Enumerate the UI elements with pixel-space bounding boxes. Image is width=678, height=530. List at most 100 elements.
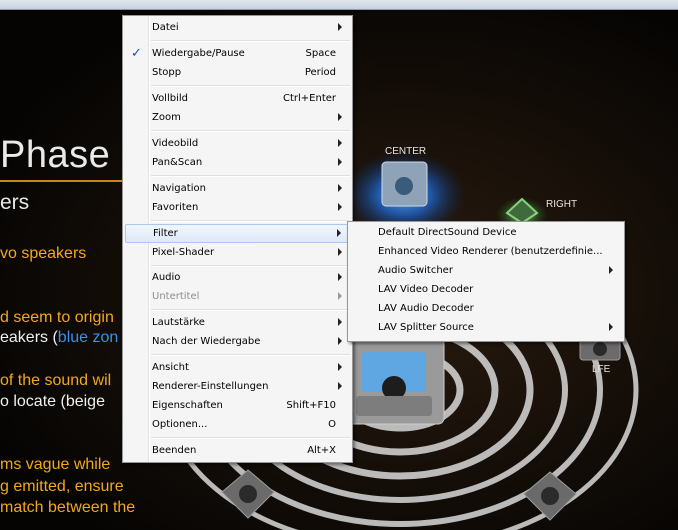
submenu-arrow-icon [338,292,342,300]
submenu-arrow-icon [338,203,342,211]
menu-item-default-directsound-device[interactable]: Default DirectSound Device [350,224,622,243]
slide-line-highlight: blue zon [57,329,119,346]
submenu-arrow-icon [338,382,342,390]
menu-item-label: Filter [153,228,178,239]
menu-item-label: Zoom [152,112,181,123]
menu-item-label: Favoriten [152,202,199,213]
menu-item-ansicht[interactable]: Ansicht [125,359,350,378]
slide-line: o locate (beige [0,393,105,410]
menu-item-lav-splitter-source[interactable]: LAV Splitter Source [350,319,622,338]
menu-item-label: Renderer-Einstellungen [152,381,269,392]
menu-item-label: LAV Audio Decoder [378,303,474,314]
menu-separator [151,265,350,267]
submenu-arrow-icon [338,23,342,31]
submenu-arrow-icon [338,158,342,166]
menu-separator [151,40,350,42]
context-menu: Datei ✓ Wiedergabe/Pause Space Stopp Period… [122,15,353,463]
menu-item-navigation[interactable]: Navigation [125,180,350,199]
submenu-arrow-icon [338,139,342,147]
menu-item-label: Optionen... [152,419,208,430]
slide-line: ms vague while [0,456,111,473]
submenu-arrow-icon [609,323,613,331]
menu-item-label: Ansicht [152,362,189,373]
submenu-arrow-icon [337,229,341,237]
menu-item-lav-audio-decoder[interactable]: LAV Audio Decoder [350,300,622,319]
menu-item-label: Audio [152,272,181,283]
menu-separator [151,130,350,132]
menu-item-enhanced-video-renderer[interactable]: Enhanced Video Renderer (benutzerdefinie… [350,243,622,262]
menu-item-shortcut: Period [304,67,336,78]
menu-item-optionen[interactable]: Optionen... O [125,416,350,435]
menu-separator [151,85,350,87]
menu-item-renderer-einstellungen[interactable]: Renderer-Einstellungen [125,378,350,397]
menu-item-audio-switcher[interactable]: Audio Switcher [350,262,622,281]
submenu-arrow-icon [338,184,342,192]
menu-item-label: Default DirectSound Device [378,227,517,238]
menu-item-label: Videobild [152,138,199,149]
menu-item-favoriten[interactable]: Favoriten [125,199,350,218]
submenu-arrow-icon [338,113,342,121]
slide-line: of the sound wil [0,372,112,389]
slide-title: Phase [0,134,111,176]
menu-item-label: Stopp [152,67,182,78]
menu-item-label: Pan&Scan [152,157,203,168]
menu-item-videobild[interactable]: Videobild [125,135,350,154]
slide-subtitle: ers [0,191,30,214]
slide-line: eakers (blue zon [0,329,119,346]
menu-item-stopp[interactable]: Stopp Period [125,64,350,83]
checkmark-icon: ✓ [131,46,142,61]
center-speaker [381,161,428,207]
menu-item-shortcut: Alt+X [307,445,336,456]
menu-item-vollbild[interactable]: Vollbild Ctrl+Enter [125,90,350,109]
menu-item-label: Beenden [152,445,197,456]
menu-item-label: Nach der Wiedergabe [152,336,261,347]
filter-submenu: Default DirectSound Device Enhanced Vide… [347,221,625,342]
rear-right-speaker [523,471,577,521]
menu-item-pan-scan[interactable]: Pan&Scan [125,154,350,173]
menu-item-lav-video-decoder[interactable]: LAV Video Decoder [350,281,622,300]
menu-item-filter[interactable]: Filter [125,224,350,243]
menu-item-lautstaerke[interactable]: Lautstärke [125,314,350,333]
speaker-label-center: CENTER [385,146,427,157]
submenu-arrow-icon [338,248,342,256]
menu-item-wiedergabe-pause[interactable]: ✓ Wiedergabe/Pause Space [125,45,350,64]
title-underline [0,180,122,182]
menu-item-eigenschaften[interactable]: Eigenschaften Shift+F10 [125,397,350,416]
menu-item-shortcut: Ctrl+Enter [282,93,336,104]
menu-item-label: LAV Video Decoder [378,284,474,295]
submenu-arrow-icon [338,273,342,281]
menu-item-shortcut: Space [305,48,336,59]
menu-separator [151,354,350,356]
listener-figure [341,337,445,425]
rear-left-speaker [221,469,275,519]
speaker-label-right: RIGHT [546,199,578,210]
menu-item-beenden[interactable]: Beenden Alt+X [125,442,350,461]
menu-item-label: Lautstärke [152,317,205,328]
slide-line-highlight: beige [65,393,105,410]
menu-item-datei[interactable]: Datei [125,19,350,38]
menu-item-label: Datei [152,22,179,33]
menu-separator [151,437,350,439]
menu-item-untertitel: Untertitel [125,288,350,307]
menu-separator [151,220,350,222]
submenu-arrow-icon [609,266,613,274]
slide-line: g emitted, ensure [0,478,124,495]
speaker-label-lfe: LFE [592,364,611,375]
menu-item-audio[interactable]: Audio [125,269,350,288]
menu-item-label: Pixel-Shader [152,247,215,258]
menu-item-label: Untertitel [152,291,200,302]
menu-item-label: Enhanced Video Renderer (benutzerdefinie… [378,246,603,257]
menu-item-nach-der-wiedergabe[interactable]: Nach der Wiedergabe [125,333,350,352]
slide-line: match between the [0,499,136,516]
menu-item-zoom[interactable]: Zoom [125,109,350,128]
menu-item-label: Vollbild [152,93,188,104]
menu-item-label: Eigenschaften [152,400,223,411]
menu-separator [151,175,350,177]
slide-line: vo speakers [0,245,87,262]
menu-item-pixel-shader[interactable]: Pixel-Shader [125,244,350,263]
submenu-arrow-icon [338,337,342,345]
menu-item-label: Navigation [152,183,206,194]
menu-item-label: Audio Switcher [378,265,453,276]
menu-item-label: Wiedergabe/Pause [152,48,245,59]
menu-item-shortcut: Shift+F10 [286,400,336,411]
